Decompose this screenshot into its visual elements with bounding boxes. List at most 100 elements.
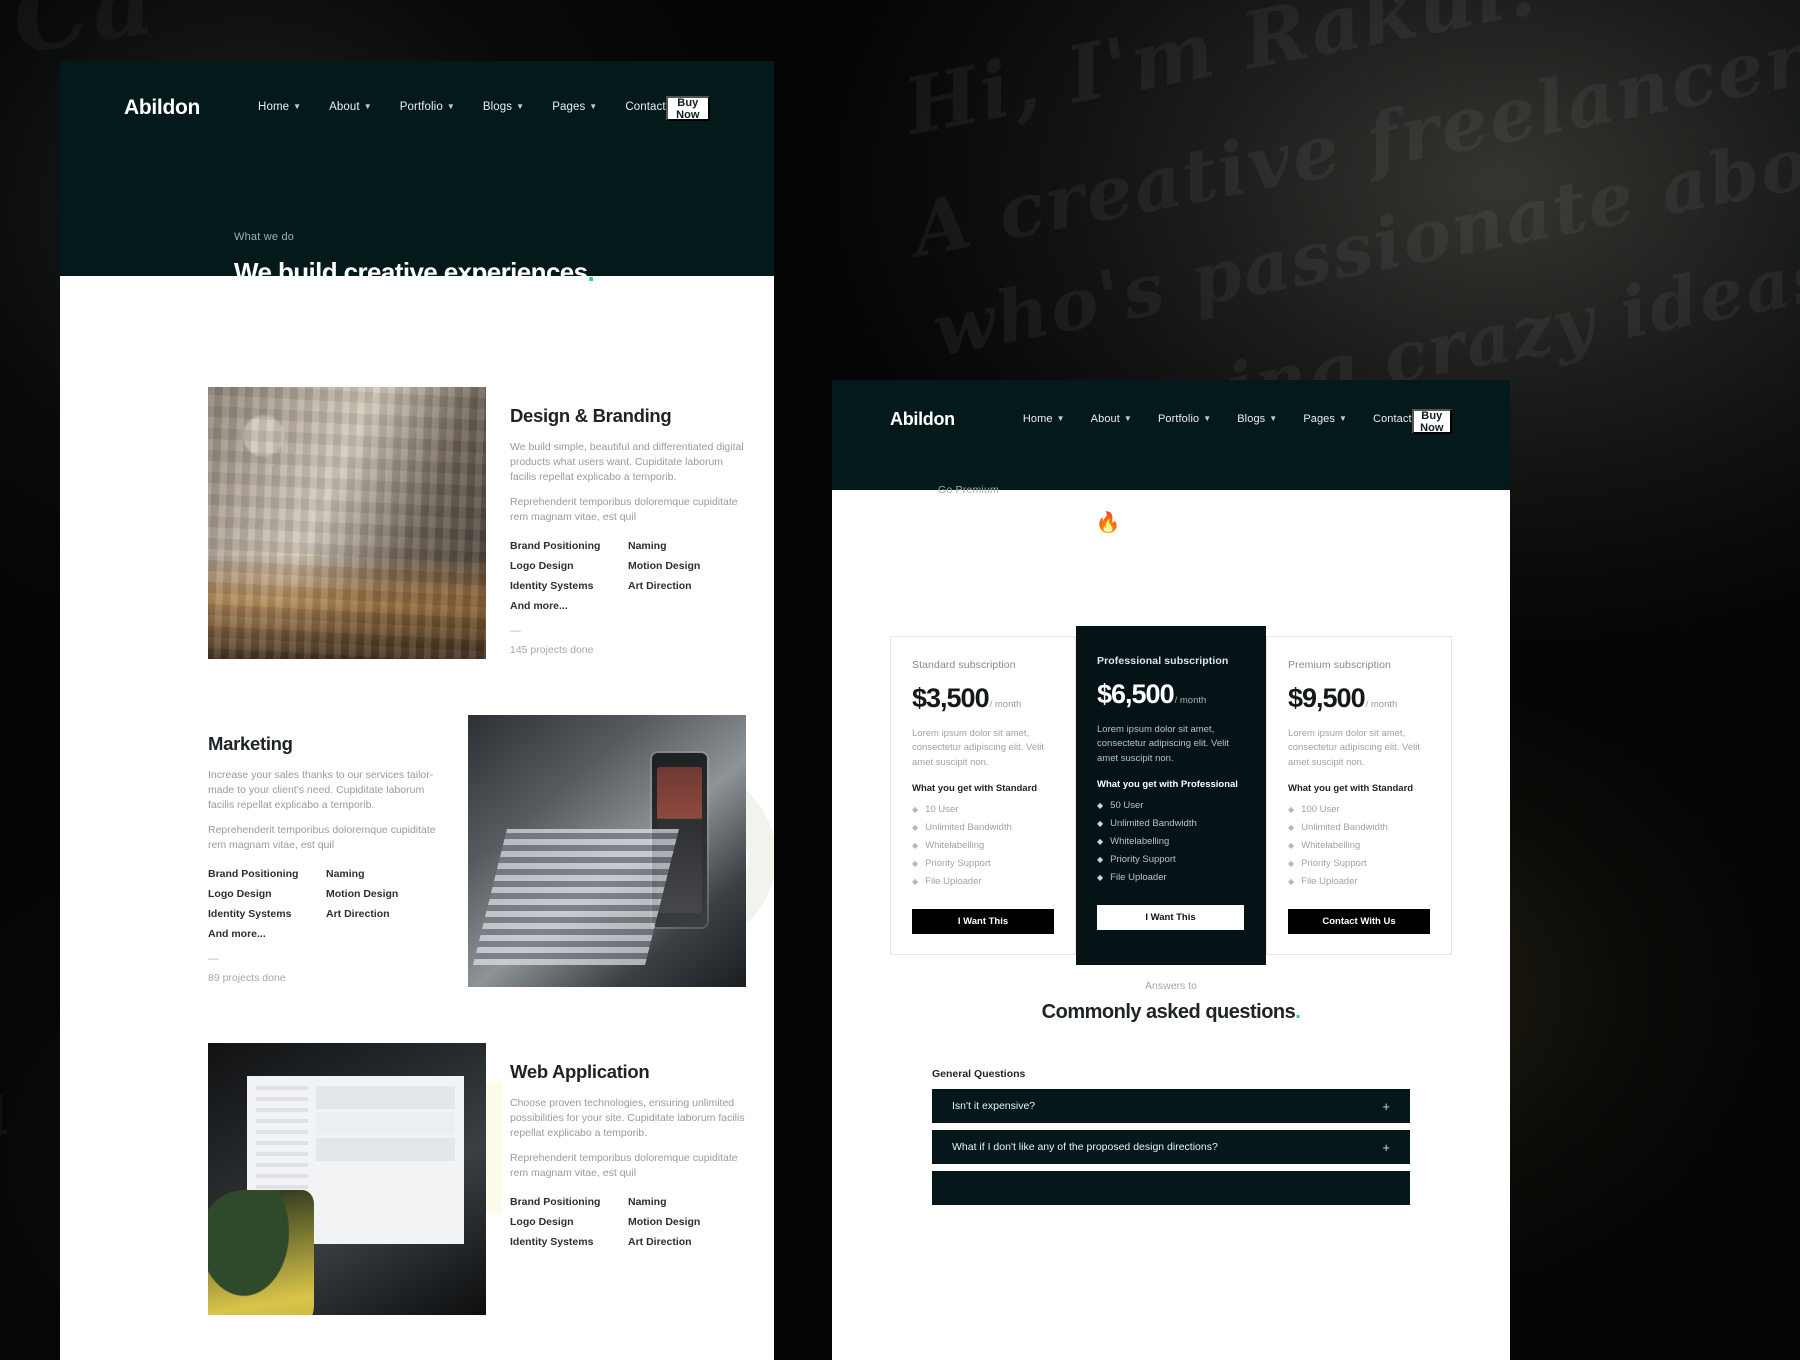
pricing-card-premium: Premium subscription $9,500 / month Lore… [1266,636,1452,955]
service-paragraph-1: Choose proven technologies, ensuring unl… [510,1097,745,1139]
faq-title-text: Commonly asked questions [1041,1001,1296,1023]
pricing-card-professional: Professional subscription $6,500 / month… [1076,626,1266,965]
buy-now-button[interactable]: Buy Now [665,96,710,121]
plus-icon[interactable]: + [1382,1099,1390,1114]
plan-feature-label: Whitelabelling [1301,839,1361,851]
plan-features-heading: What you get with Standard [1288,782,1414,794]
plan-features-heading: What you get with Standard [912,782,1038,794]
nav-item-blogs[interactable]: Blogs ▼ [483,101,524,113]
plan-feature: ◆ 100 User [1288,804,1430,815]
services-section: Design & Branding We build simple, beaut… [120,337,774,1315]
nav-label: About [329,101,360,113]
nav-item-pages[interactable]: Pages ▼ [1303,413,1347,425]
faq-accordion-item[interactable] [932,1171,1410,1205]
plan-period: / month [1365,699,1398,710]
faq-title-dot: . [1295,1001,1301,1023]
service-feature: Identity Systems [510,579,594,592]
laptop-phone-photo [468,715,746,987]
pricing-section: Standard subscription $3,500 / month Lor… [832,586,1510,965]
plan-feature-label: Priority Support [1110,853,1176,865]
service-feature: Naming [628,539,667,552]
plan-feature: ◆ Priority Support [912,858,1054,869]
nav-label: Portfolio [399,101,443,113]
nav-item-about[interactable]: About ▼ [329,101,372,113]
plan-period: / month [1174,695,1207,706]
nav-item-pages[interactable]: Pages ▼ [552,101,597,113]
buy-now-button[interactable]: Buy Now [1411,409,1452,434]
service-feature: Logo Design [510,559,574,572]
chevron-down-icon: ▼ [1269,413,1278,423]
diamond-bullet-icon: ◆ [1288,804,1295,814]
diamond-bullet-icon: ◆ [1097,854,1104,864]
plan-cta-button[interactable]: I Want This [1097,904,1244,930]
faq-question: Isn't it expensive? [952,1100,1036,1112]
brand-logo[interactable]: Abildon [890,409,955,430]
service-more-link[interactable]: And more... [510,600,746,612]
hero-title-dot: . [587,257,595,287]
service-projects-count: 89 projects done [208,971,286,984]
service-feature: Brand Positioning [510,539,601,552]
service-image [208,1043,486,1315]
price-row: $3,500 / month [912,683,1054,714]
diamond-bullet-icon: ◆ [912,822,919,832]
service-paragraph-1: Increase your sales thanks to our servic… [208,769,434,811]
plan-feature-list: ◆ 100 User ◆ Unlimited Bandwidth ◆ Whitelab… [1288,804,1430,887]
plan-cta-button[interactable]: I Want This [912,908,1054,934]
service-more-link[interactable]: And more... [208,928,444,940]
faq-title: Commonly asked questions. [832,1001,1510,1024]
plus-icon[interactable]: + [1382,1140,1390,1155]
nav-item-home[interactable]: Home ▼ [258,101,301,113]
service-text: Design & Branding We build simple, beaut… [510,387,746,656]
nav-label: Contact [625,101,666,113]
nav-label: Blogs [482,101,513,113]
plan-feature-label: Whitelabelling [925,839,985,851]
chevron-down-icon: ▼ [516,101,525,111]
right-navbar: Abildon Home ▼ About ▼ Portfolio ▼ Blogs… [832,380,1510,490]
chevron-down-icon: ▼ [1203,413,1212,423]
plan-feature-label: 50 User [1110,799,1144,811]
service-feature: Brand Positioning [208,867,299,880]
nav-item-blogs[interactable]: Blogs ▼ [1237,413,1277,425]
service-paragraph-1: We build simple, beautiful and different… [510,441,744,483]
plan-feature: ◆ Whitelabelling [912,840,1054,851]
service-feature: Motion Design [326,887,399,900]
service-image [468,715,746,987]
plan-feature-list: ◆ 10 User ◆ Unlimited Bandwidth ◆ Whitelabe… [912,804,1054,887]
plan-feature: ◆ 50 User [1097,800,1244,811]
plan-feature-label: Unlimited Bandwidth [1110,817,1197,829]
diamond-bullet-icon: ◆ [1097,836,1104,846]
left-browser-window: Abildon Home ▼ About ▼ Portfolio ▼ Blogs… [60,61,774,1360]
faq-accordion-item[interactable]: What if I don't like any of the proposed… [932,1130,1410,1164]
hero-eyebrow: Go Premium [938,484,999,496]
plan-feature-label: 100 User [1301,803,1340,815]
nav-item-home[interactable]: Home ▼ [1023,413,1065,425]
faq-question: What if I don't like any of the proposed… [952,1141,1218,1153]
price-row: $6,500 / month [1097,679,1244,710]
plan-feature: ◆ File Uploader [1097,872,1244,883]
diamond-bullet-icon: ◆ [1288,840,1295,850]
nav-item-contact[interactable]: Contact [1373,413,1412,425]
service-feature: Motion Design [628,559,701,572]
brand-logo[interactable]: Abildon [124,96,200,120]
diamond-bullet-icon: ◆ [1288,822,1295,832]
plan-feature-label: Whitelabelling [1110,835,1170,847]
plan-feature: ◆ Unlimited Bandwidth [912,822,1054,833]
faq-accordion-item[interactable]: Isn't it expensive? + [932,1089,1410,1123]
nav-item-contact[interactable]: Contact [625,101,665,113]
nav-item-about[interactable]: About ▼ [1091,413,1132,425]
plan-description: Lorem ipsum dolor sit amet, consectetur … [912,728,1045,768]
service-feature: Logo Design [510,1215,574,1228]
nav-item-portfolio[interactable]: Portfolio ▼ [400,101,455,113]
pricing-card-standard: Standard subscription $3,500 / month Lor… [890,636,1076,955]
plan-feature: ◆ File Uploader [1288,876,1430,887]
nav-item-portfolio[interactable]: Portfolio ▼ [1158,413,1211,425]
service-feature: Art Direction [326,907,390,920]
diamond-bullet-icon: ◆ [1097,818,1104,828]
primary-nav: Home ▼ About ▼ Portfolio ▼ Blogs ▼ Pages… [258,79,666,113]
primary-nav: Home ▼ About ▼ Portfolio ▼ Blogs ▼ Pages… [1023,394,1412,425]
nav-label: Home [258,101,290,113]
plan-cta-button[interactable]: Contact With Us [1288,908,1430,934]
service-card-web-application: Web Application Choose proven technologi… [120,1043,774,1315]
service-projects-count: 145 projects done [510,643,594,656]
service-title: Design & Branding [510,405,672,426]
